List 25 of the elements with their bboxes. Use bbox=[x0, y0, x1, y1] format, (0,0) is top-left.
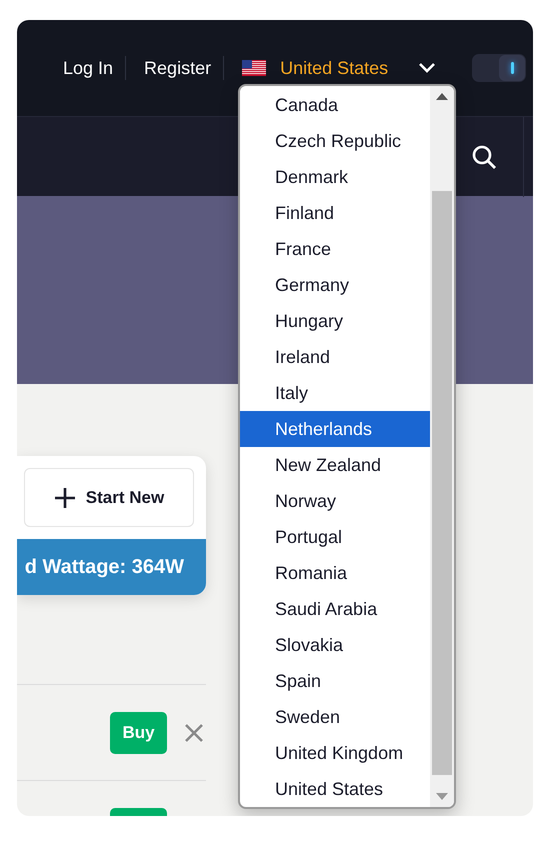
country-option[interactable]: Germany bbox=[240, 267, 430, 303]
nav-link[interactable]: Log In bbox=[63, 58, 114, 78]
country-option[interactable]: Italy bbox=[240, 375, 430, 411]
country-option[interactable]: United States bbox=[240, 771, 430, 807]
country-option[interactable]: Ireland bbox=[240, 339, 430, 375]
country-option[interactable]: Norway bbox=[240, 483, 430, 519]
country-option[interactable]: Spain bbox=[240, 663, 430, 699]
country-option[interactable]: Hungary bbox=[240, 303, 430, 339]
country-option[interactable]: France bbox=[240, 231, 430, 267]
country-option[interactable]: New Zealand bbox=[240, 447, 430, 483]
country-option[interactable]: Romania bbox=[240, 555, 430, 591]
start-new-button[interactable]: Start New bbox=[24, 468, 194, 527]
country-option[interactable]: Czech Republic bbox=[240, 123, 430, 159]
country-option[interactable]: Netherlands bbox=[240, 411, 430, 447]
country-selector[interactable]: United States bbox=[280, 58, 388, 78]
nav-link[interactable]: Register bbox=[144, 58, 212, 78]
country-option[interactable]: Canada bbox=[240, 87, 430, 123]
country-option[interactable]: Denmark bbox=[240, 159, 430, 195]
country-option[interactable]: Sweden bbox=[240, 699, 430, 735]
country-option[interactable]: Saudi Arabia bbox=[240, 591, 430, 627]
wattage-bar: d Wattage: 364W bbox=[17, 539, 206, 595]
country-option[interactable]: Finland bbox=[240, 195, 430, 231]
country-option[interactable]: United Kingdom bbox=[240, 735, 430, 771]
country-option[interactable]: Portugal bbox=[240, 519, 430, 555]
country-option[interactable]: Slovakia bbox=[240, 627, 430, 663]
